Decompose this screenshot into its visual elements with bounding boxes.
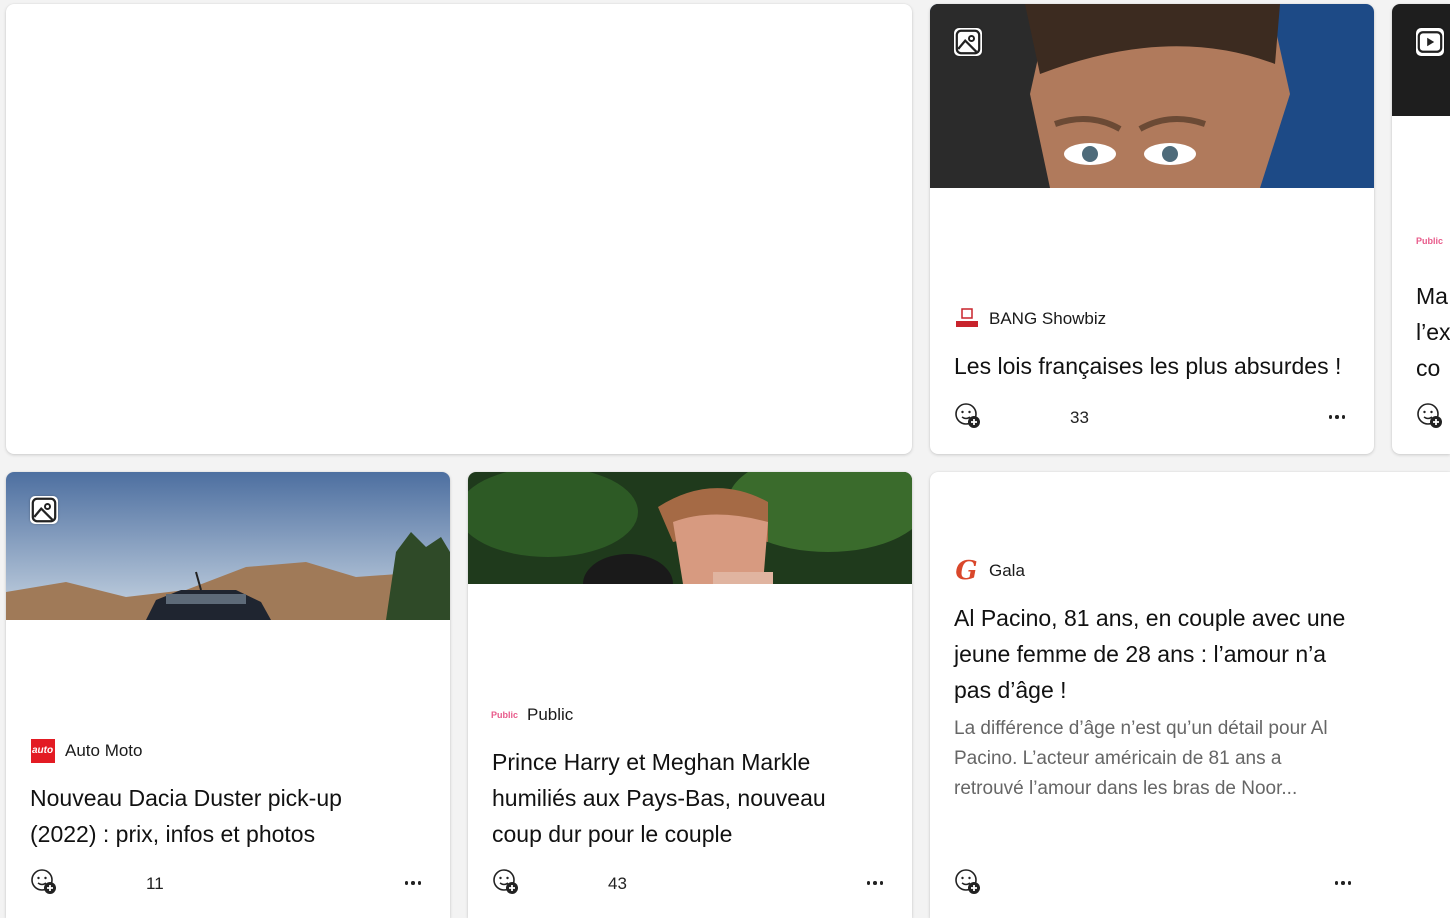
source-name: BANG Showbiz [989,308,1107,328]
article-video-thumbnail [1392,4,1450,116]
card-footer: 11 [30,868,426,898]
news-card-partial[interactable]: Public Ma l’ex co [1392,4,1450,454]
bang-showbiz-logo [954,306,979,331]
title-line: Ma [1416,283,1448,309]
add-reaction-icon[interactable] [954,402,984,432]
source-row[interactable]: auto Auto Moto [30,738,143,763]
gala-logo: G [954,555,979,586]
more-options-icon[interactable] [862,870,888,896]
article-title[interactable]: Prince Harry et Meghan Markle humiliés a… [492,744,852,852]
article-title[interactable]: Nouveau Dacia Duster pick-up (2022) : pr… [30,780,370,852]
card-footer: 43 [492,868,888,898]
news-card-bang-showbiz[interactable]: BANG Showbiz Les lois françaises les plu… [930,4,1374,454]
card-footer [954,868,1356,898]
auto-moto-logo-text: auto [30,738,55,763]
article-summary: La différence d’âge n’est qu’un détail p… [954,718,1328,799]
add-reaction-icon[interactable] [954,868,984,898]
article-title[interactable]: Ma l’ex co [1416,278,1450,386]
source-name: Auto Moto [65,740,143,760]
add-reaction-icon[interactable] [492,868,522,898]
image-gallery-icon [954,28,982,56]
add-reaction-icon[interactable] [1416,402,1446,432]
source-row[interactable]: BANG Showbiz [954,306,1106,331]
source-name: Gala [989,560,1025,580]
add-reaction-icon[interactable] [30,868,60,898]
image-gallery-icon [30,496,58,524]
card-footer: 33 [954,402,1350,432]
public-logo: Public [1416,236,1444,246]
more-options-icon[interactable] [1324,404,1350,430]
blank-card [6,4,912,454]
article-image [468,472,912,584]
public-logo: Public [491,702,519,727]
card-footer [1416,402,1442,432]
public-logo-text: Public [491,709,519,720]
news-card-gala[interactable]: G Gala Al Pacino, 81 ans, en couple avec… [930,472,1450,918]
more-options-icon[interactable] [400,870,426,896]
reaction-count: 11 [146,874,164,893]
article-title[interactable]: Les lois françaises les plus absurdes ! [954,348,1350,384]
gala-logo-text: G [955,555,978,586]
source-row[interactable]: Public [1416,236,1443,246]
reaction-count: 43 [608,874,627,893]
title-line: l’ex [1416,319,1450,345]
auto-moto-logo: auto [30,738,55,763]
source-name: Public [527,704,574,724]
reaction-count: 33 [1070,408,1089,427]
source-row[interactable]: G Gala [954,555,1025,586]
article-title[interactable]: Al Pacino, 81 ans, en couple avec une je… [954,600,1356,708]
news-card-auto-moto[interactable]: auto Auto Moto Nouveau Dacia Duster pick… [6,472,450,918]
title-line: co [1416,355,1441,381]
article-image [6,472,450,620]
video-play-icon[interactable] [1416,28,1444,56]
news-card-public[interactable]: Public Public Prince Harry et Meghan Mar… [468,472,912,918]
article-image [930,4,1374,188]
source-row[interactable]: Public Public [491,702,574,727]
more-options-icon[interactable] [1330,870,1356,896]
